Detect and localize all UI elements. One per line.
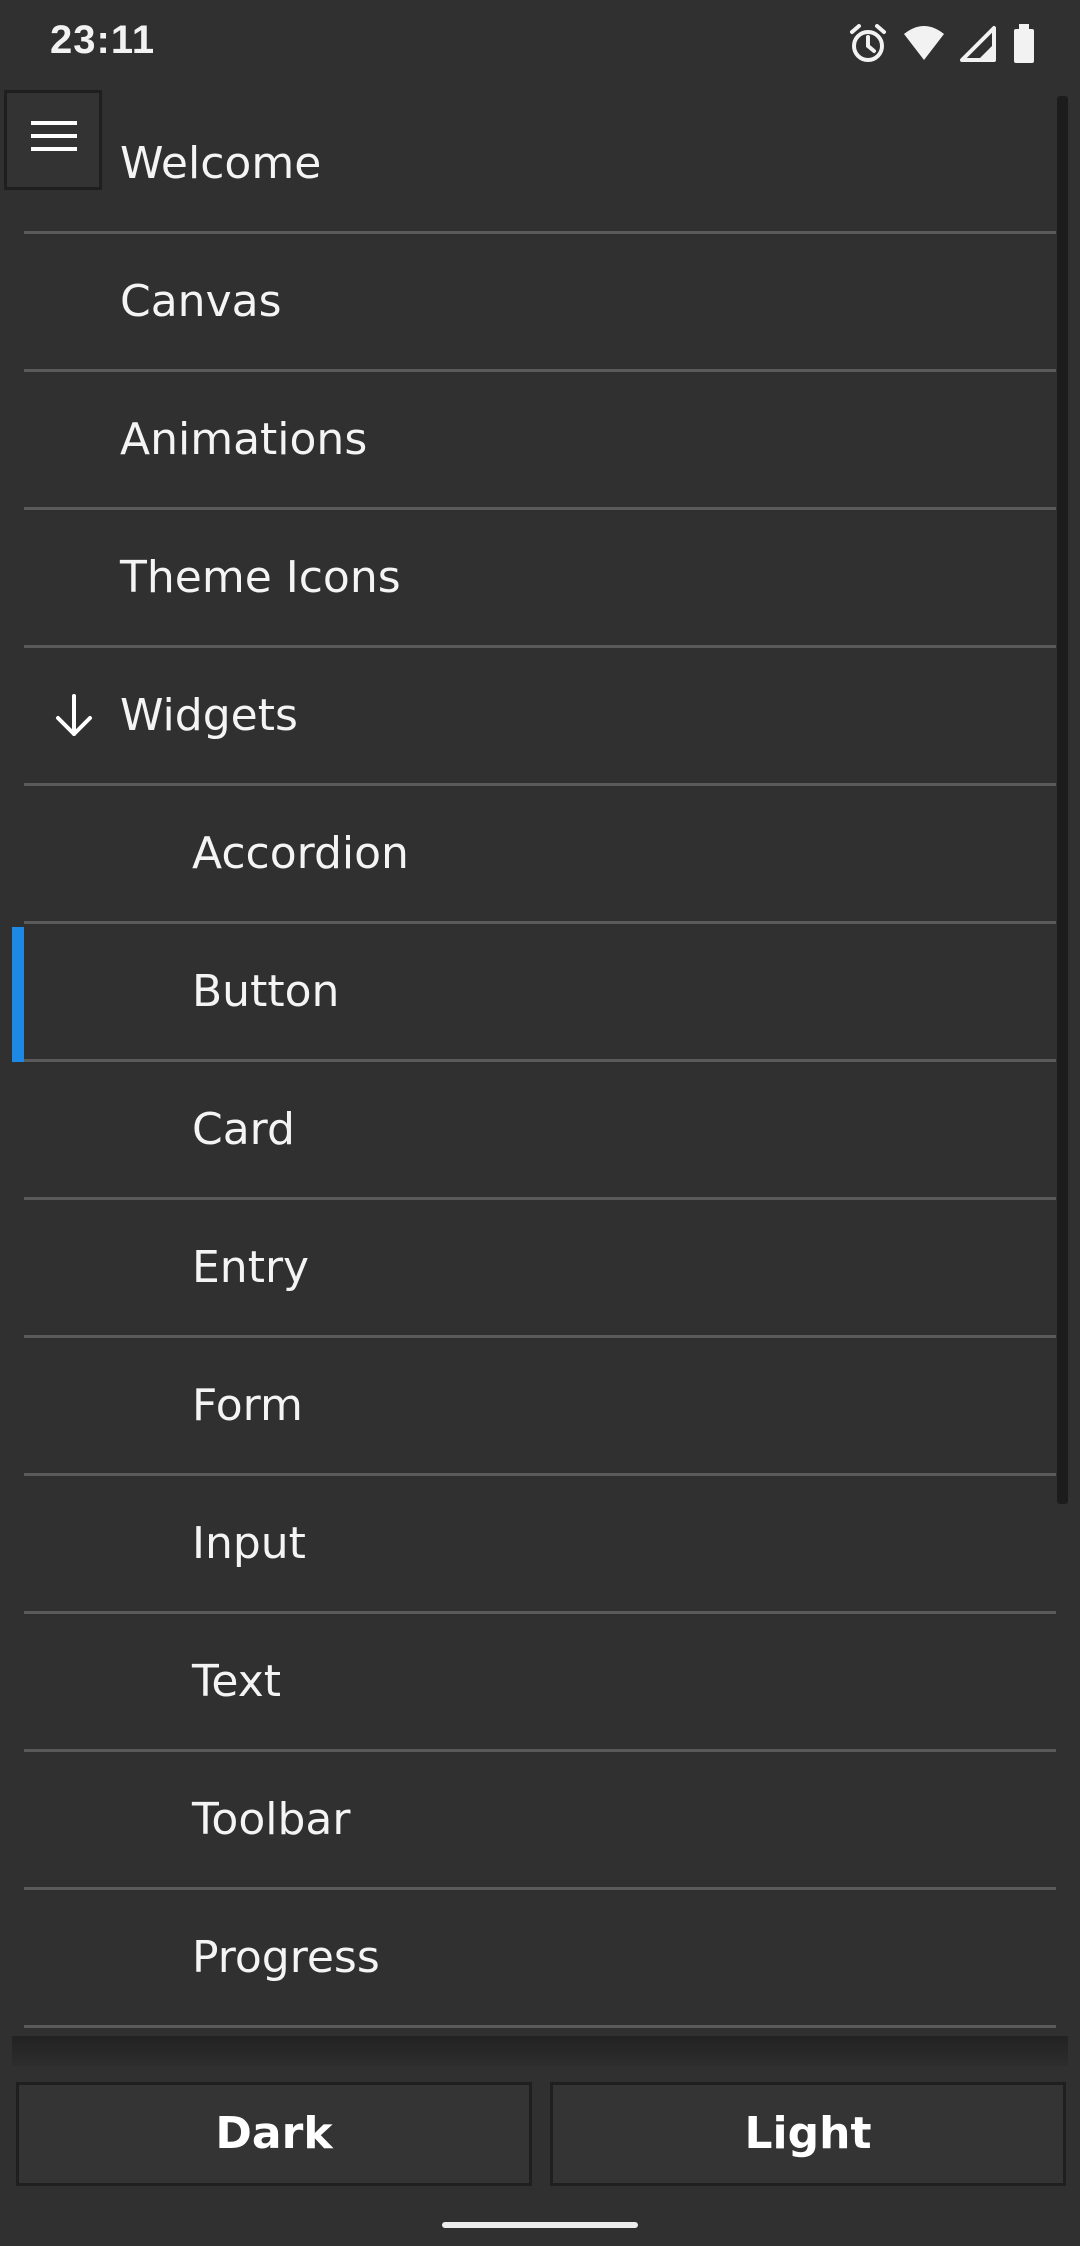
nav-item-label: Card bbox=[192, 1104, 295, 1155]
hamburger-icon bbox=[31, 121, 77, 151]
nav-item-theme-icons[interactable]: Theme Icons bbox=[24, 510, 1056, 648]
menu-button[interactable] bbox=[4, 90, 102, 190]
light-theme-button[interactable]: Light bbox=[550, 2082, 1066, 2186]
status-icons bbox=[848, 22, 1036, 66]
nav-item-card[interactable]: Card bbox=[24, 1062, 1056, 1200]
nav-item-text[interactable]: Text bbox=[24, 1614, 1056, 1752]
nav-item-canvas[interactable]: Canvas bbox=[24, 234, 1056, 372]
scrollbar[interactable] bbox=[1057, 96, 1068, 1504]
nav-item-label: Button bbox=[192, 966, 340, 1017]
nav-item-accordion[interactable]: Accordion bbox=[24, 786, 1056, 924]
nav-item-label: Canvas bbox=[120, 276, 282, 327]
nav-item-label: Welcome bbox=[120, 138, 322, 189]
dark-theme-button[interactable]: Dark bbox=[16, 2082, 532, 2186]
status-bar: 23:11 bbox=[0, 0, 1080, 88]
nav-item-form[interactable]: Form bbox=[24, 1338, 1056, 1476]
nav-item-widgets[interactable]: Widgets bbox=[24, 648, 1056, 786]
nav-item-entry[interactable]: Entry bbox=[24, 1200, 1056, 1338]
nav-item-label: Widgets bbox=[120, 690, 298, 741]
nav-item-label: Animations bbox=[120, 414, 368, 465]
nav-item-button[interactable]: Button bbox=[24, 924, 1056, 1062]
wifi-icon bbox=[902, 22, 946, 66]
list-bottom-shadow bbox=[12, 2036, 1068, 2066]
nav-item-label: Input bbox=[192, 1518, 306, 1569]
nav-item-welcome[interactable]: Welcome bbox=[24, 96, 1056, 234]
nav-item-input[interactable]: Input bbox=[24, 1476, 1056, 1614]
signal-icon bbox=[960, 22, 998, 66]
nav-item-toolbar[interactable]: Toolbar bbox=[24, 1752, 1056, 1890]
selected-indicator bbox=[12, 927, 24, 1062]
nav-item-progress[interactable]: Progress bbox=[24, 1890, 1056, 2028]
nav-item-label: Theme Icons bbox=[120, 552, 401, 603]
nav-item-label: Entry bbox=[192, 1242, 310, 1293]
nav-item-label: Accordion bbox=[192, 828, 409, 879]
arrow-down-icon bbox=[54, 694, 94, 742]
theme-bar: Dark Light bbox=[0, 2066, 1080, 2196]
nav-item-animations[interactable]: Animations bbox=[24, 372, 1056, 510]
nav-item-label: Toolbar bbox=[192, 1794, 351, 1845]
alarm-icon bbox=[848, 22, 888, 66]
nav-item-label: Progress bbox=[192, 1932, 380, 1983]
nav-item-label: Form bbox=[192, 1380, 303, 1431]
status-time: 23:11 bbox=[50, 18, 156, 62]
battery-icon bbox=[1012, 22, 1036, 66]
nav-item-label: Text bbox=[192, 1656, 281, 1707]
home-indicator[interactable] bbox=[442, 2222, 638, 2228]
